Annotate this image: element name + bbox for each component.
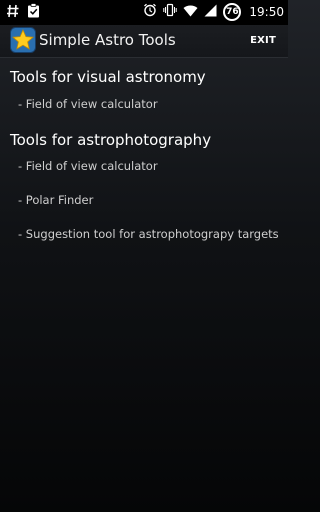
star-icon xyxy=(10,27,36,53)
battery-level: 76 xyxy=(226,6,239,17)
wifi-icon xyxy=(183,2,198,21)
astro-fov-calculator-item[interactable]: - Field of view calculator xyxy=(18,159,158,173)
section-astrophotography-title: Tools for astrophotography xyxy=(10,131,212,149)
battery-icon: 76 xyxy=(223,2,242,21)
vibrate-icon xyxy=(163,2,178,21)
polar-finder-item[interactable]: - Polar Finder xyxy=(18,193,93,207)
action-bar: Simple Astro Tools EXIT xyxy=(0,25,288,58)
clock: 19:50 xyxy=(249,4,284,19)
signal-icon xyxy=(204,2,217,21)
section-visual-astronomy-title: Tools for visual astronomy xyxy=(10,68,206,86)
app-title: Simple Astro Tools xyxy=(39,31,176,49)
suggestion-tool-item[interactable]: - Suggestion tool for astrophotograpy ta… xyxy=(18,227,279,241)
hash-icon xyxy=(7,3,19,22)
alarm-icon xyxy=(143,2,157,21)
exit-button[interactable]: EXIT xyxy=(250,35,276,46)
visual-fov-calculator-item[interactable]: - Field of view calculator xyxy=(18,97,158,111)
clipboard-check-icon xyxy=(27,3,40,22)
status-bar: 76 19:50 xyxy=(0,0,288,25)
